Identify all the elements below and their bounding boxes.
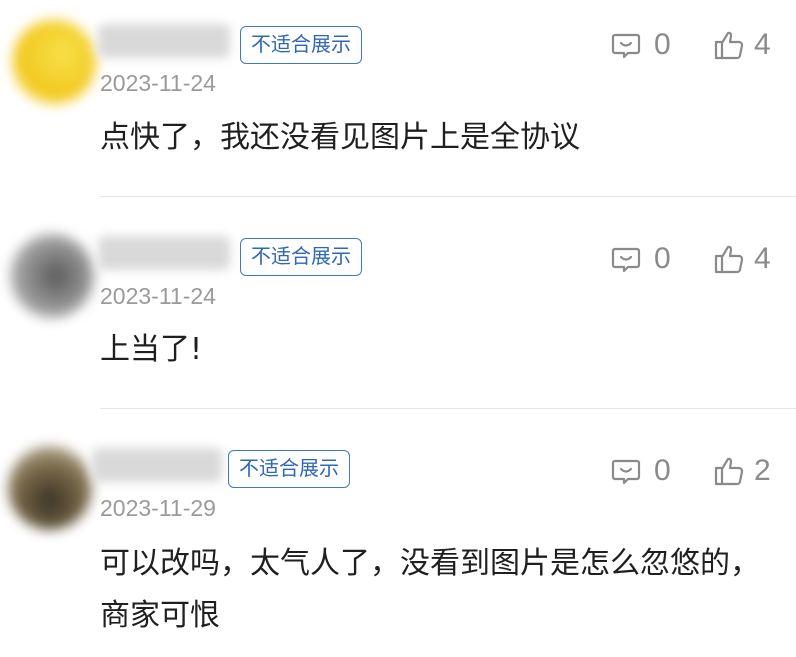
status-badge: 不适合展示 (240, 26, 362, 64)
like-button[interactable]: 2 (712, 454, 771, 488)
avatar[interactable] (8, 446, 92, 530)
reply-button[interactable]: 0 (610, 454, 671, 488)
username-blurred[interactable] (92, 448, 222, 482)
reply-count: 0 (654, 28, 671, 61)
divider (100, 408, 796, 409)
username-blurred[interactable] (98, 236, 230, 270)
reply-button[interactable]: 0 (610, 242, 671, 276)
thumbs-up-icon (712, 454, 746, 488)
like-button[interactable]: 4 (712, 28, 771, 62)
avatar[interactable] (10, 234, 94, 318)
comment-date: 2023-11-29 (100, 495, 216, 521)
divider (100, 196, 796, 197)
reply-count: 0 (654, 454, 671, 487)
comment-bubble-icon (610, 455, 642, 487)
comment-text: 上当了! (100, 332, 203, 367)
username-blurred[interactable] (98, 24, 230, 58)
reply-button[interactable]: 0 (610, 28, 671, 62)
avatar[interactable] (12, 20, 96, 104)
status-badge: 不适合展示 (240, 238, 362, 276)
comment-date: 2023-11-24 (100, 283, 216, 309)
like-count: 4 (754, 28, 771, 61)
comment-bubble-icon (610, 29, 642, 61)
reply-count: 0 (654, 242, 671, 275)
comment-bubble-icon (610, 243, 642, 275)
thumbs-up-icon (712, 28, 746, 62)
thumbs-up-icon (712, 242, 746, 276)
like-button[interactable]: 4 (712, 242, 771, 276)
like-count: 2 (754, 454, 771, 487)
comment-text: 点快了，我还没看见图片上是全协议 (100, 120, 580, 155)
like-count: 4 (754, 242, 771, 275)
status-badge: 不适合展示 (228, 450, 350, 488)
comment-text: 可以改吗，太气人了，没看到图片是怎么忽悠的，商家可恨 (100, 546, 760, 633)
comment-date: 2023-11-24 (100, 70, 216, 96)
